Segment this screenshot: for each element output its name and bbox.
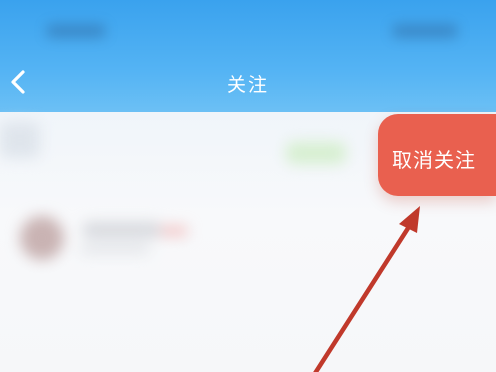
status-time-blurred [46, 24, 106, 38]
status-bar [0, 0, 496, 56]
name-blurred [82, 222, 162, 238]
screen: 关注 取消关注 [0, 0, 496, 372]
status-chip-blurred [286, 142, 346, 164]
status-icons-blurred [392, 24, 458, 38]
tag-blurred [160, 226, 188, 236]
avatar-blurred [0, 122, 40, 158]
subtitle-blurred [80, 244, 150, 254]
unfollow-label: 取消关注 [392, 148, 476, 172]
unfollow-button[interactable]: 取消关注 [378, 114, 496, 196]
avatar-blurred [20, 216, 64, 260]
header-bar: 关注 [0, 0, 496, 112]
page-title: 关注 [226, 74, 269, 96]
